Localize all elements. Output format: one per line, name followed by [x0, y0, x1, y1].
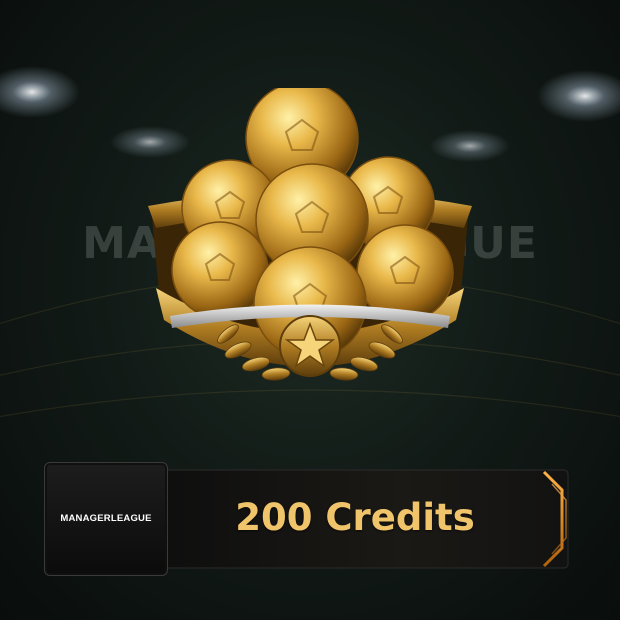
star-icon	[279, 315, 341, 377]
gold-balls-bowl-icon	[148, 88, 472, 381]
credits-label: 200 Credits	[235, 496, 475, 539]
brand-logo: MANAGERLEAGUE	[44, 462, 168, 576]
brand-logo-text: MANAGERLEAGUE	[60, 513, 152, 524]
product-card: MANAGERLEAGUE 200 Credits	[0, 0, 620, 620]
